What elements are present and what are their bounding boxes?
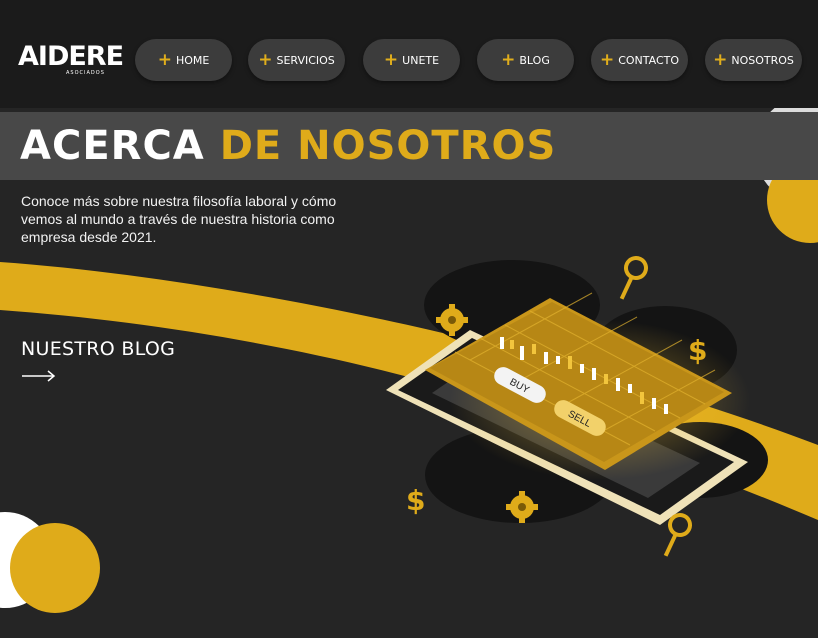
dollar-icon: $ — [688, 334, 707, 367]
magnifier-icon — [619, 256, 648, 300]
trading-illustration: BUY SELL $ $ — [386, 256, 768, 557]
dollar-icon: $ — [406, 484, 425, 517]
page: AIDERE ASOCIADOS + HOME + SERVICIOS + UN… — [0, 0, 818, 638]
